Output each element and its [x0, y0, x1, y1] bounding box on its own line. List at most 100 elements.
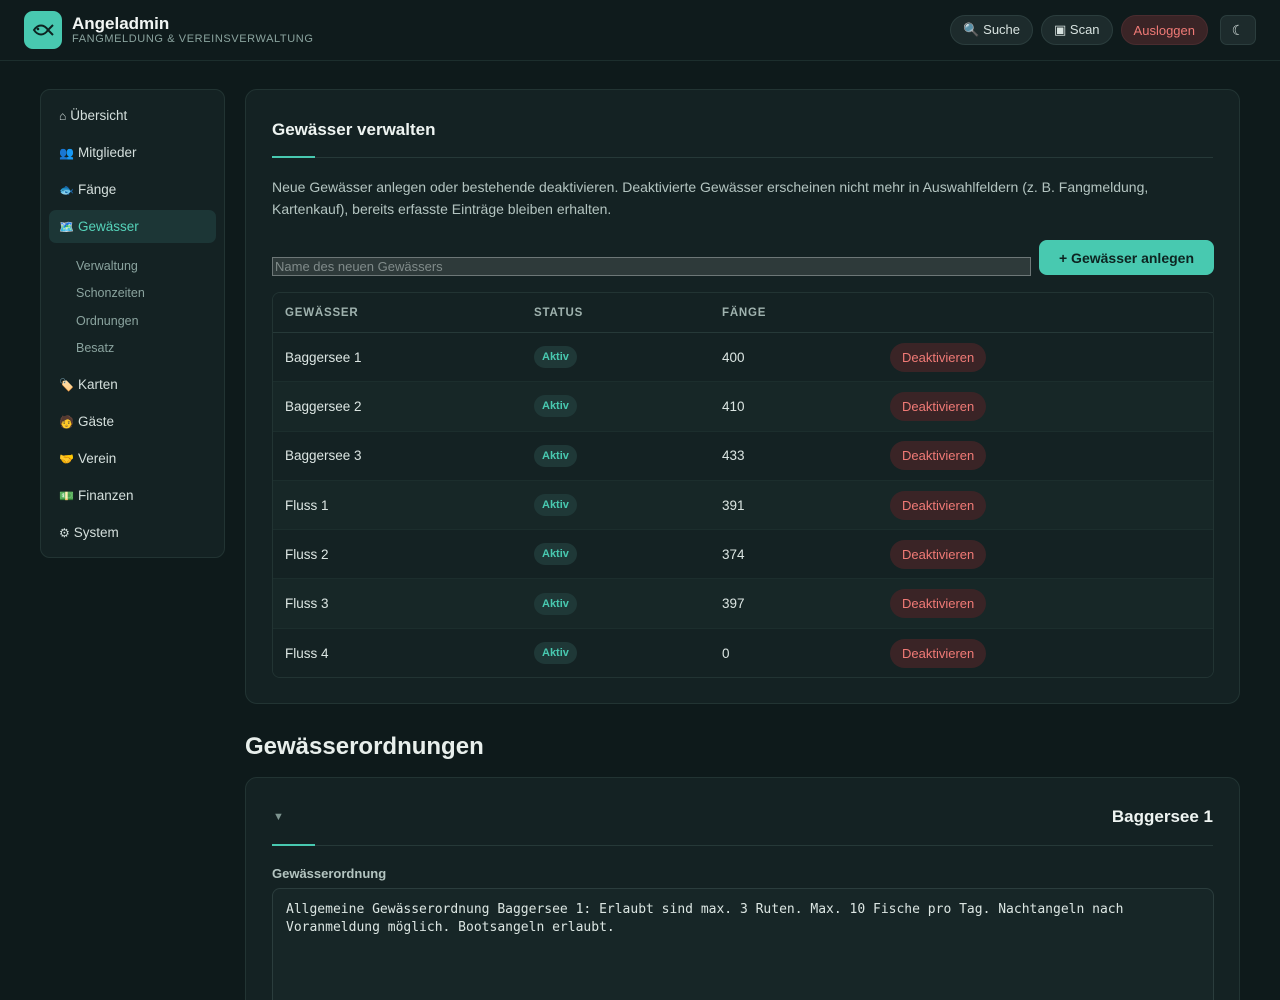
- table-row: Baggersee 2 Aktiv 410 Deaktivieren: [273, 382, 1213, 432]
- deactivate-button[interactable]: Deaktivieren: [890, 490, 987, 520]
- moon-icon: ☾: [1231, 21, 1245, 38]
- deactivate-button[interactable]: Deaktivieren: [890, 391, 987, 421]
- fish-icon: 🐟: [59, 182, 74, 197]
- table-body: Baggersee 1 Aktiv 400 Deaktivieren Bagge…: [273, 333, 1213, 677]
- water-name: Baggersee 3: [285, 448, 362, 464]
- collapse-toggle-icon[interactable]: ▼: [273, 811, 284, 823]
- divider-accent: [272, 156, 315, 158]
- deactivate-button[interactable]: Deaktivieren: [890, 638, 987, 668]
- card-description: Neue Gewässer anlegen oder bestehende de…: [272, 179, 1149, 217]
- manage-waters-card: Gewässer verwalten Neue Gewässer anlegen…: [245, 89, 1240, 704]
- sidebar-item-system[interactable]: ⚙ System: [49, 516, 216, 549]
- money-icon: 💵: [59, 488, 74, 503]
- status-badge: Aktiv: [534, 346, 577, 369]
- deactivate-button[interactable]: Deaktivieren: [890, 441, 987, 471]
- sidebar-item-waters[interactable]: 🗺️ Gewässer: [49, 210, 216, 243]
- status-badge: Aktiv: [534, 494, 577, 517]
- sidebar-item-cards[interactable]: 🏷️ Karten: [49, 368, 216, 401]
- catch-count: 397: [722, 596, 745, 612]
- search-button[interactable]: 🔍 Suche: [950, 15, 1034, 45]
- table-row: Fluss 4 Aktiv 0 Deaktivieren: [273, 628, 1213, 677]
- regulation-field-label: Gewässerordnung: [272, 866, 387, 881]
- logout-button-label: Ausloggen: [1133, 22, 1195, 38]
- deactivate-button[interactable]: Deaktivieren: [890, 539, 987, 569]
- scan-button-label: ▣ Scan: [1054, 22, 1100, 37]
- gear-icon: ⚙: [59, 525, 70, 540]
- sidebar-item-label: Übersicht: [70, 108, 128, 123]
- divider-accent: [272, 844, 315, 846]
- new-water-name-input[interactable]: [272, 257, 1031, 276]
- water-name: Fluss 1: [285, 497, 329, 513]
- table-row: Baggersee 3 Aktiv 433 Deaktivieren: [273, 431, 1213, 481]
- water-name: Fluss 2: [285, 546, 329, 562]
- sidebar-item-label: Karten: [77, 377, 118, 392]
- section-title: Gewässerordnungen: [245, 733, 484, 760]
- catch-count: 374: [722, 546, 745, 562]
- sidebar-subitem-stocking[interactable]: Besatz: [49, 335, 216, 363]
- sidebar-item-catches[interactable]: 🐟 Fänge: [49, 173, 216, 206]
- water-name: Fluss 3: [285, 596, 329, 612]
- handshake-icon: 🤝: [59, 451, 74, 466]
- waters-table: GEWÄSSER STATUS FÄNGE Baggersee 1 Aktiv …: [272, 292, 1214, 678]
- water-name: Baggersee 2: [285, 398, 362, 414]
- home-icon: ⌂: [59, 108, 67, 123]
- tag-icon: 🏷️: [59, 377, 74, 392]
- fish-logo-icon: [24, 11, 62, 49]
- sidebar-item-label: Verein: [77, 451, 117, 466]
- sidebar-item-overview[interactable]: ⌂ Übersicht: [49, 99, 216, 132]
- status-badge: Aktiv: [534, 444, 577, 467]
- sidebar-item-label: Fänge: [77, 182, 117, 197]
- sidebar-item-finances[interactable]: 💵 Finanzen: [49, 479, 216, 512]
- regulation-water-name: Baggersee 1: [1111, 807, 1213, 826]
- sidebar-subitem-management[interactable]: Verwaltung: [49, 252, 216, 280]
- catch-count: 410: [722, 398, 745, 414]
- map-icon: 🗺️: [59, 219, 74, 234]
- divider: [272, 157, 1213, 158]
- person-icon: 🧑: [59, 414, 74, 429]
- search-button-label: 🔍 Suche: [963, 22, 1021, 37]
- sidebar-item-guests[interactable]: 🧑 Gäste: [49, 405, 216, 438]
- catch-count: 433: [722, 448, 745, 464]
- app-title: Angeladmin: [72, 14, 170, 33]
- column-header-catches: FÄNGE: [722, 306, 767, 319]
- people-icon: 👥: [59, 145, 74, 160]
- table-row: Fluss 1 Aktiv 391 Deaktivieren: [273, 480, 1213, 531]
- catch-count: 0: [722, 645, 730, 661]
- deactivate-button[interactable]: Deaktivieren: [890, 589, 987, 619]
- app-subtitle: Fangmeldung & Vereinsverwaltung: [72, 33, 314, 45]
- top-bar: Angeladmin Fangmeldung & Vereinsverwaltu…: [0, 0, 1280, 61]
- status-badge: Aktiv: [534, 543, 577, 566]
- scan-button[interactable]: ▣ Scan: [1041, 15, 1113, 45]
- sidebar: ⌂ Übersicht 👥 Mitglieder 🐟 Fänge 🗺️ Gewässer…: [40, 89, 225, 558]
- column-header-water: GEWÄSSER: [285, 306, 359, 319]
- regulation-textarea[interactable]: Allgemeine Gewässerordnung Baggersee 1: …: [272, 888, 1214, 1000]
- column-header-status: STATUS: [534, 306, 584, 319]
- regulation-card: ▼ Baggersee 1 Gewässerordnung Allgemeine…: [245, 777, 1240, 1000]
- table-header: GEWÄSSER STATUS FÄNGE: [273, 293, 1213, 333]
- water-name: Baggersee 1: [285, 349, 362, 365]
- card-title: Gewässer verwalten: [272, 120, 436, 139]
- sidebar-item-club[interactable]: 🤝 Verein: [49, 442, 216, 475]
- status-badge: Aktiv: [534, 642, 577, 665]
- sidebar-item-label: Gewässer: [77, 219, 139, 234]
- table-row: Baggersee 1 Aktiv 400 Deaktivieren: [273, 333, 1213, 383]
- sidebar-item-label: Gäste: [77, 414, 114, 429]
- status-badge: Aktiv: [534, 592, 577, 615]
- sidebar-subitem-closed-seasons[interactable]: Schonzeiten: [49, 280, 216, 308]
- table-row: Fluss 3 Aktiv 397 Deaktivieren: [273, 579, 1213, 629]
- sidebar-subitem-regulations[interactable]: Ordnungen: [49, 307, 216, 335]
- sidebar-item-label: Finanzen: [77, 488, 134, 503]
- sidebar-item-members[interactable]: 👥 Mitglieder: [49, 136, 216, 169]
- water-name: Fluss 4: [285, 645, 329, 661]
- catch-count: 391: [722, 497, 745, 513]
- deactivate-button[interactable]: Deaktivieren: [890, 342, 987, 372]
- catch-count: 400: [722, 349, 745, 365]
- sidebar-subnav: Verwaltung Schonzeiten Ordnungen Besatz: [49, 247, 216, 368]
- sidebar-item-label: Mitglieder: [77, 145, 137, 160]
- theme-toggle-button[interactable]: ☾: [1220, 15, 1256, 45]
- sidebar-item-label: System: [73, 525, 119, 540]
- add-water-button[interactable]: + Gewässer anlegen: [1039, 240, 1214, 275]
- table-row: Fluss 2 Aktiv 374 Deaktivieren: [273, 530, 1213, 580]
- status-badge: Aktiv: [534, 395, 577, 418]
- logout-button[interactable]: Ausloggen: [1120, 15, 1208, 45]
